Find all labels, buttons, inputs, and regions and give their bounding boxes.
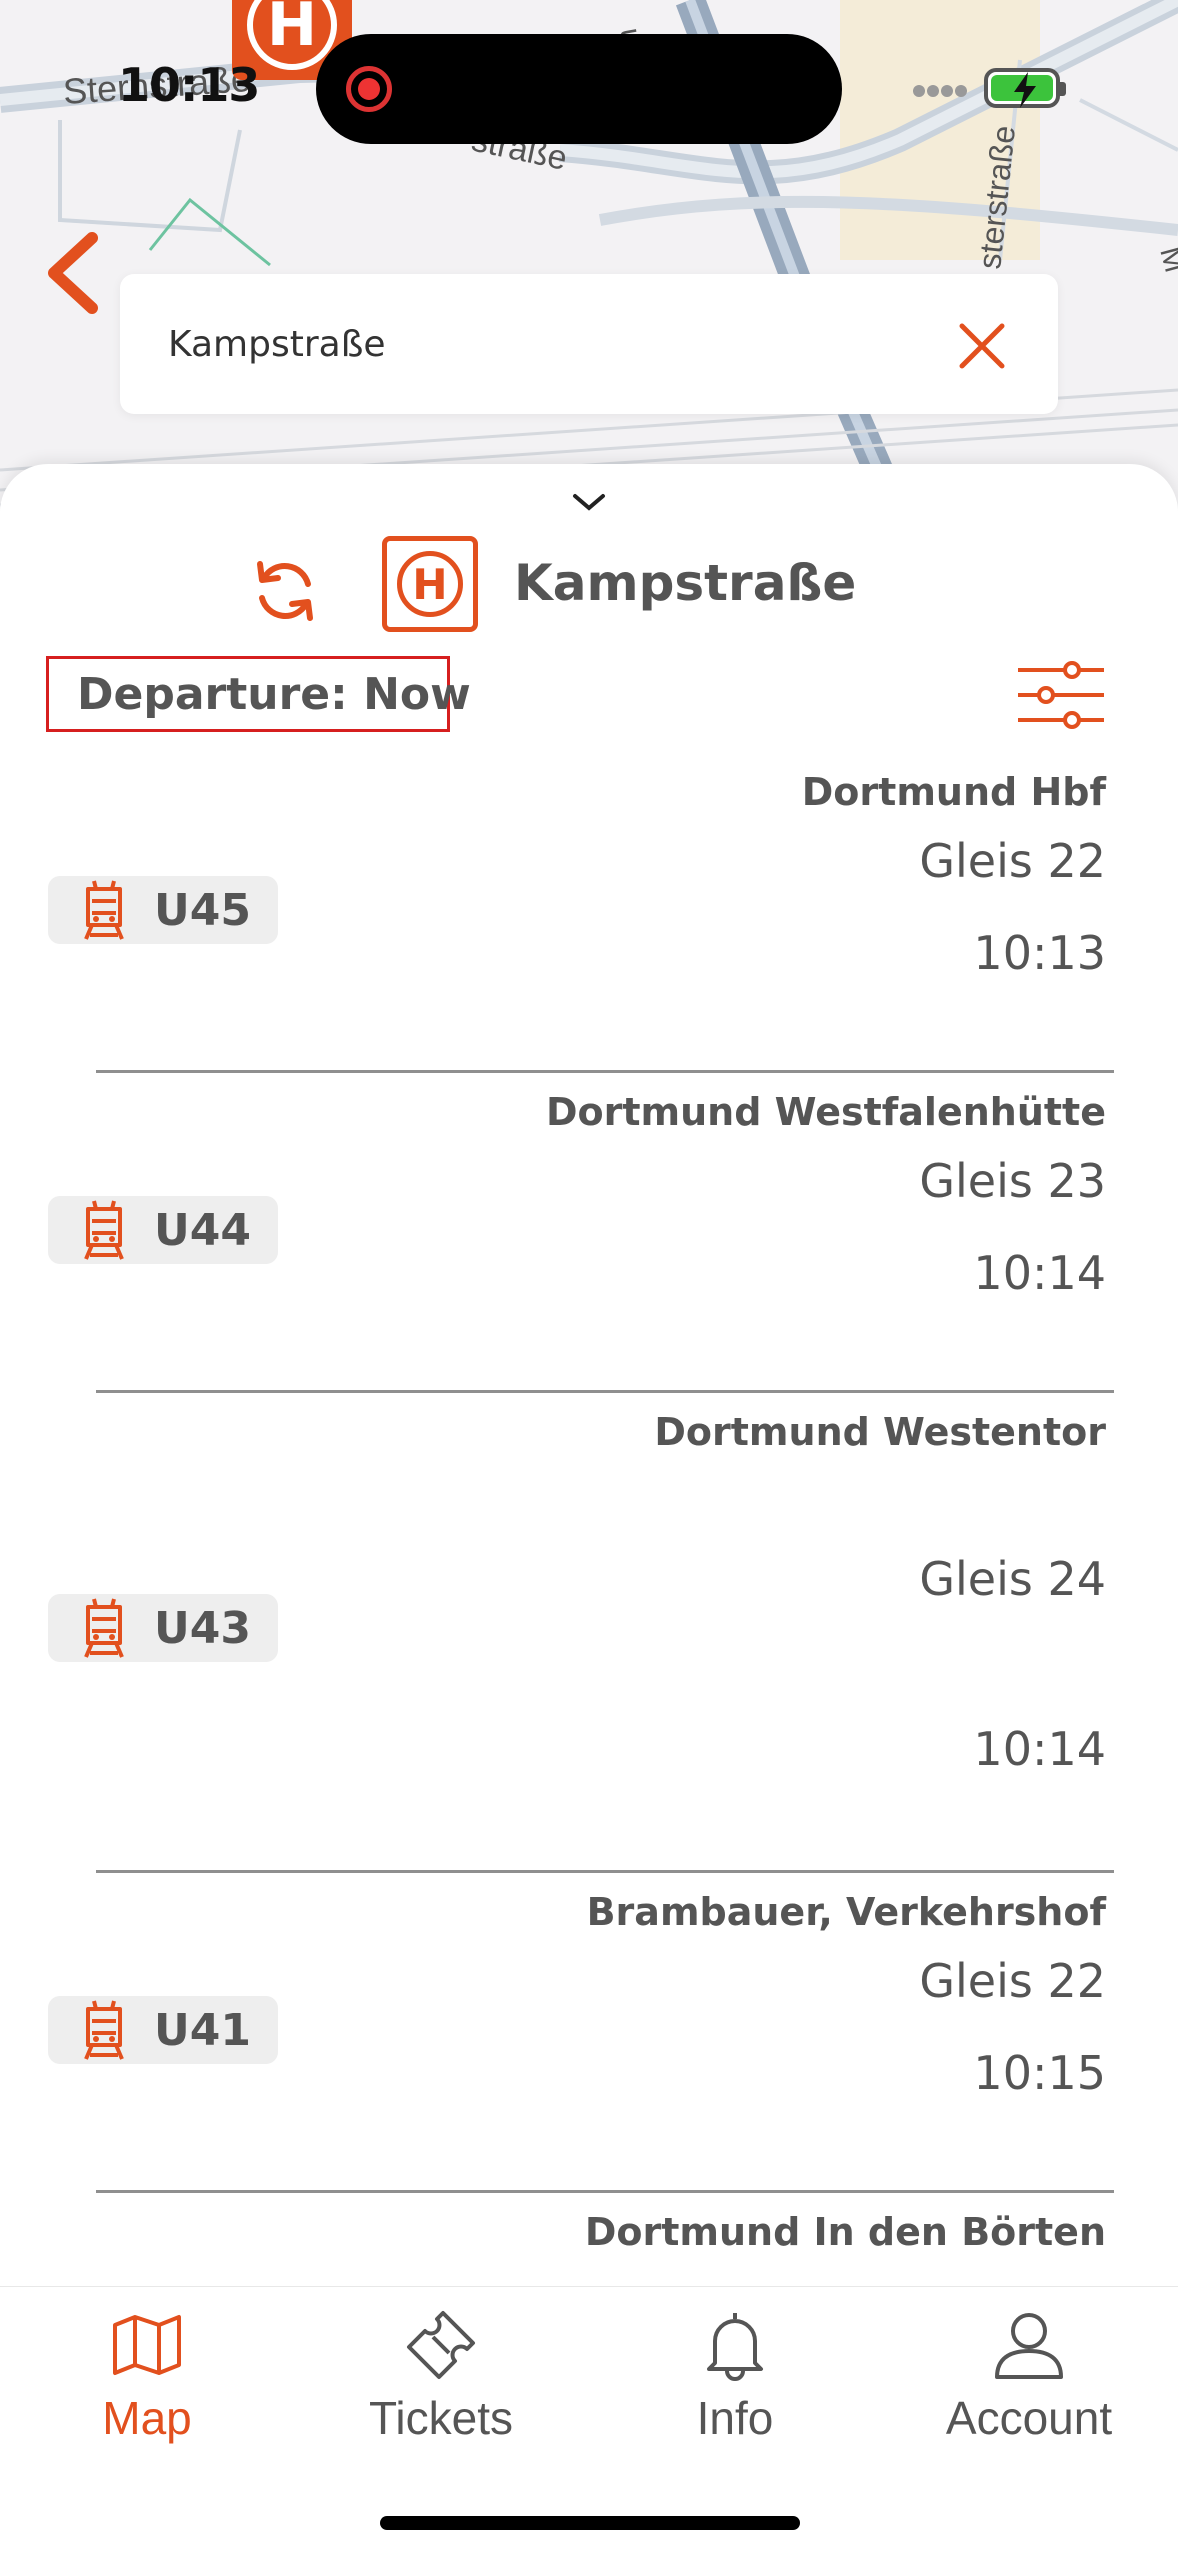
signal-icon <box>913 85 967 97</box>
line-badge: U41 <box>48 1996 278 2064</box>
row-divider <box>96 1870 1114 1873</box>
row-divider <box>96 2190 1114 2193</box>
tab-tickets[interactable]: Tickets <box>294 2307 588 2467</box>
search-input[interactable] <box>168 314 928 374</box>
row-divider <box>96 1390 1114 1393</box>
line-number: U43 <box>154 1602 251 1654</box>
line-badge: U43 <box>48 1594 278 1662</box>
stop-name: Kampstraße <box>514 554 857 612</box>
tram-icon <box>84 2000 124 2060</box>
tram-icon <box>84 880 124 940</box>
refresh-icon[interactable] <box>250 556 320 626</box>
tab-account[interactable]: Account <box>882 2307 1176 2467</box>
departure-time: 10:15 <box>973 2046 1106 2100</box>
departure-platform: Gleis 22 <box>919 1954 1106 2008</box>
home-indicator <box>380 2516 800 2530</box>
departure-destination: Dortmund In den Börten <box>584 2210 1106 2254</box>
departure-time-selector[interactable]: Departure: Now <box>46 656 471 732</box>
search-bar <box>120 274 1058 414</box>
line-badge: U44 <box>48 1196 278 1264</box>
departures-sheet: H Kampstraße Departure: Now Dortmund Hbf… <box>0 464 1178 2556</box>
departure-row[interactable]: Dortmund Westfalenhütte U44 Gleis 23 10:… <box>0 1084 1178 1404</box>
departure-platform: Gleis 22 <box>919 834 1106 888</box>
tram-icon <box>84 1200 124 1260</box>
bell-icon <box>707 2313 763 2381</box>
departure-row[interactable]: Dortmund In den Börten <box>0 2204 1178 2284</box>
map-icon <box>113 2315 181 2375</box>
chevron-down-icon[interactable] <box>569 490 609 514</box>
departure-destination: Dortmund Westfalenhütte <box>545 1090 1106 1134</box>
tab-map[interactable]: Map <box>0 2307 294 2467</box>
departure-time: 10:14 <box>973 1246 1106 1300</box>
departure-destination: Dortmund Westentor <box>654 1410 1106 1454</box>
departure-row[interactable]: Dortmund Westentor U43 Gleis 24 10:14 <box>0 1404 1178 1884</box>
line-number: U45 <box>154 884 251 936</box>
row-divider <box>96 1070 1114 1073</box>
line-number: U41 <box>154 2004 251 2056</box>
ticket-icon <box>407 2311 475 2379</box>
dynamic-island <box>316 34 842 144</box>
person-icon <box>995 2313 1063 2379</box>
departure-platform: Gleis 24 <box>919 1552 1106 1606</box>
line-badge: U45 <box>48 876 278 944</box>
departure-time: 10:13 <box>973 926 1106 980</box>
battery-icon <box>984 68 1066 108</box>
close-icon[interactable] <box>954 318 1010 374</box>
recording-icon <box>346 66 392 112</box>
departure-destination: Dortmund Hbf <box>801 770 1106 814</box>
departure-label: Departure: Now <box>77 668 471 720</box>
departure-destination: Brambauer, Verkehrshof <box>586 1890 1106 1934</box>
departure-platform: Gleis 23 <box>919 1154 1106 1208</box>
departure-list: Dortmund Hbf U45 Gleis 22 10:13 Dortmund… <box>0 764 1178 2284</box>
back-chevron-icon[interactable] <box>40 228 110 318</box>
departure-row[interactable]: Dortmund Hbf U45 Gleis 22 10:13 <box>0 764 1178 1084</box>
status-time: 10:13 <box>118 58 260 112</box>
filter-sliders-icon[interactable] <box>1016 660 1106 730</box>
line-number: U44 <box>154 1204 251 1256</box>
tab-info[interactable]: Info <box>588 2307 882 2467</box>
tram-icon <box>84 1598 124 1658</box>
departure-time: 10:14 <box>973 1722 1106 1776</box>
departure-row[interactable]: Brambauer, Verkehrshof U41 Gleis 22 10:1… <box>0 1884 1178 2204</box>
bus-stop-icon: H <box>382 536 478 632</box>
